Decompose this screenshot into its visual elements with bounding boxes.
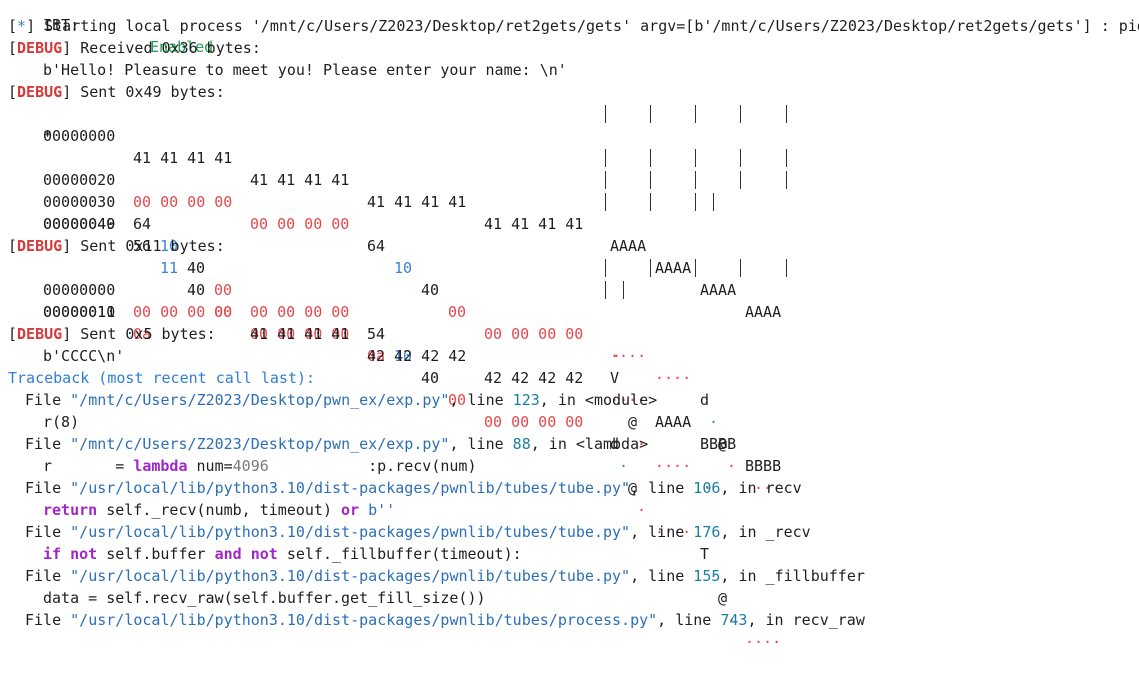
file-path: "/usr/local/lib/python3.10/dist-packages… bbox=[70, 611, 658, 629]
ibt-line: IBT: Enabled bbox=[0, 0, 213, 56]
debug-tag: DEBUG bbox=[17, 325, 63, 343]
traceback-frame: File "/usr/local/lib/python3.10/dist-pac… bbox=[25, 611, 865, 629]
debug-received-line: [DEBUG] Received 0x36 bytes: bbox=[8, 39, 261, 57]
traceback-frame: File "/usr/local/lib/python3.10/dist-pac… bbox=[25, 479, 802, 497]
traceback-code: return self._recv(numb, timeout) or b'' bbox=[43, 501, 396, 519]
debug-tag: DEBUG bbox=[17, 237, 63, 255]
file-path: "/mnt/c/Users/Z2023/Desktop/pwn_ex/exp.p… bbox=[70, 391, 450, 409]
terminal-output: IBT: Enabled [*] Starting local process … bbox=[0, 0, 1139, 651]
hexdump-end-offset: 00000049 bbox=[43, 215, 116, 233]
file-path: "/usr/local/lib/python3.10/dist-packages… bbox=[70, 479, 631, 497]
start-process-line: [*] Starting local process '/mnt/c/Users… bbox=[8, 17, 1139, 35]
hexdump-row: 00000030 64 10 40 00 00 00 00 00 54 10 4… bbox=[43, 193, 782, 651]
sent-bytes: b'CCCC\n' bbox=[43, 347, 125, 365]
traceback-header: Traceback (most recent call last): bbox=[8, 369, 316, 387]
debug-sent-line: [DEBUG] Sent 0x11 bytes: bbox=[8, 237, 225, 255]
debug-sent-line: [DEBUG] Sent 0x5 bytes: bbox=[8, 325, 216, 343]
traceback-code: r(8) bbox=[43, 413, 80, 431]
debug-sent-line: [DEBUG] Sent 0x49 bytes: bbox=[8, 83, 225, 101]
received-bytes: b'Hello! Pleasure to meet you! Please en… bbox=[43, 61, 567, 79]
hexdump-row: 00000000 41 41 41 41 41 41 41 41 41 41 4… bbox=[43, 127, 782, 321]
traceback-frame: File "/mnt/c/Users/Z2023/Desktop/pwn_ex/… bbox=[25, 435, 649, 453]
hexdump-row: 00000020 00 00 00 00 00 00 00 00 64 10 4… bbox=[43, 171, 782, 497]
debug-tag: DEBUG bbox=[17, 39, 63, 57]
file-path: "/usr/local/lib/python3.10/dist-packages… bbox=[70, 523, 631, 541]
traceback-code: if not self.buffer and not self._fillbuf… bbox=[43, 545, 522, 563]
hexdump-repeat-star: * bbox=[43, 127, 53, 145]
progress-mark: * bbox=[17, 17, 27, 35]
traceback-code: data = self.recv_raw(self.buffer.get_fil… bbox=[43, 589, 486, 607]
hexdump-row: 00000040 56 11 40 00 00 00 00 00 0a V · … bbox=[43, 215, 713, 497]
file-path: "/usr/local/lib/python3.10/dist-packages… bbox=[70, 567, 631, 585]
traceback-frame: File "/usr/local/lib/python3.10/dist-pac… bbox=[25, 523, 811, 541]
hexdump-end-offset: 00000011 bbox=[43, 303, 116, 321]
hexdump-row: 00000000 00 00 00 00 41 41 41 41 42 42 4… bbox=[43, 281, 782, 475]
traceback-frame: File "/usr/local/lib/python3.10/dist-pac… bbox=[25, 567, 865, 585]
debug-tag: DEBUG bbox=[17, 83, 63, 101]
hexdump-row: 00000010 0a · bbox=[43, 303, 622, 365]
file-path: "/mnt/c/Users/Z2023/Desktop/pwn_ex/exp.p… bbox=[70, 435, 450, 453]
traceback-frame: File "/mnt/c/Users/Z2023/Desktop/pwn_ex/… bbox=[25, 391, 658, 409]
traceback-code: r = lambda num=4096 :p.recv(num) bbox=[43, 457, 477, 475]
